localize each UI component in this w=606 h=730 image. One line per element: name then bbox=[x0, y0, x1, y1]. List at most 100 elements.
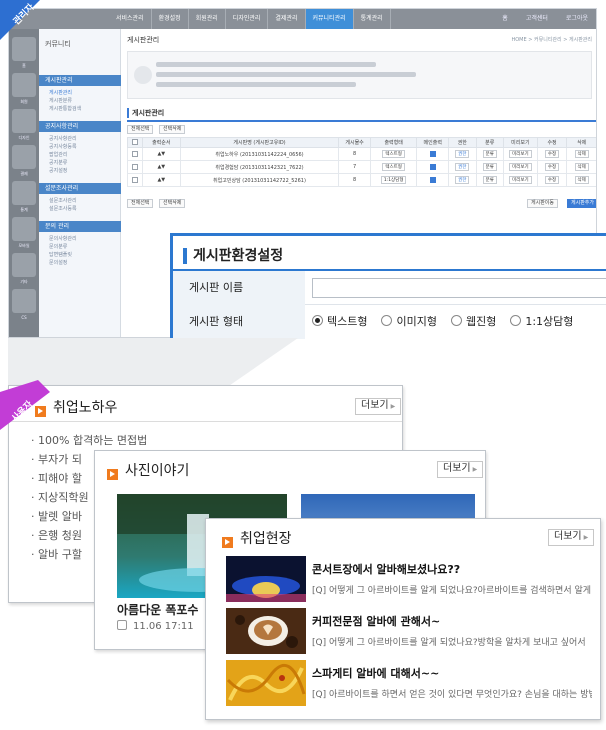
list-item[interactable]: · 발렛 알바 bbox=[31, 508, 82, 524]
radio-option-text[interactable]: 텍스트형 bbox=[312, 305, 367, 339]
coffee-thumbnail[interactable] bbox=[226, 608, 306, 654]
photo-caption[interactable]: 아름다운 폭포수 bbox=[117, 601, 198, 618]
menu-community[interactable]: 커뮤니티관리 bbox=[305, 9, 354, 29]
side-item[interactable]: 문의사항관리 bbox=[49, 235, 77, 242]
preview-button[interactable]: 미리보기 bbox=[509, 163, 532, 171]
display-type-select[interactable]: 1:1상담형 bbox=[380, 176, 407, 184]
list-item[interactable]: · 부자가 되 bbox=[31, 451, 82, 467]
select-all-button[interactable]: 전체선택 bbox=[127, 125, 154, 134]
add-board-button[interactable]: 게시판추가 bbox=[567, 199, 596, 208]
radio-button[interactable] bbox=[510, 315, 522, 326]
menu-config[interactable]: 환경설정 bbox=[152, 9, 189, 29]
side-section-survey[interactable]: 설문조사관리 bbox=[39, 183, 121, 194]
cs-icon[interactable] bbox=[12, 289, 36, 313]
side-item[interactable]: 답변템플릿 bbox=[49, 251, 72, 258]
etc-icon[interactable] bbox=[12, 253, 36, 277]
link-home[interactable]: 홈 bbox=[502, 9, 508, 29]
member-icon[interactable] bbox=[12, 73, 36, 97]
menu-design[interactable]: 디자인관리 bbox=[226, 9, 269, 29]
radio-button[interactable] bbox=[450, 315, 462, 326]
settings-row-name: 게시판 이름 bbox=[173, 271, 606, 305]
permission-button[interactable]: 권한 bbox=[455, 176, 470, 184]
order-arrows[interactable]: ▲▼ bbox=[141, 173, 181, 187]
radio-button[interactable] bbox=[381, 315, 393, 326]
stats-icon[interactable] bbox=[12, 181, 36, 205]
category-button[interactable]: 분류 bbox=[482, 150, 497, 158]
board-type-radios: 텍스트형 이미지형 웹진형 1:1상담형 bbox=[312, 305, 573, 339]
main-output-checkbox[interactable] bbox=[429, 176, 436, 183]
preview-button[interactable]: 미리보기 bbox=[509, 150, 532, 158]
category-button[interactable]: 분류 bbox=[482, 163, 497, 171]
display-type-select[interactable]: 텍스트형 bbox=[382, 163, 405, 171]
concert-thumbnail[interactable] bbox=[226, 556, 306, 602]
field-more-button[interactable]: 더보기 ▶ bbox=[548, 529, 595, 546]
delete-selected-button-bottom[interactable]: 선택삭제 bbox=[159, 199, 186, 208]
row-checkbox[interactable] bbox=[131, 176, 138, 183]
edit-button[interactable]: 수정 bbox=[544, 150, 560, 158]
list-item[interactable]: · 지상직학원 bbox=[31, 489, 89, 505]
radio-option-consult[interactable]: 1:1상담형 bbox=[510, 305, 573, 339]
icon-label: 회원 bbox=[20, 99, 28, 104]
board-move-button[interactable]: 게시판이동 bbox=[527, 199, 559, 208]
photo-more-button[interactable]: 더보기 ▶ bbox=[437, 461, 484, 478]
mobile-icon[interactable] bbox=[12, 217, 36, 241]
side-section-inquiry[interactable]: 문의 관리 bbox=[39, 221, 121, 232]
select-all-button-bottom[interactable]: 전체선택 bbox=[127, 199, 154, 208]
knowhow-more-button[interactable]: 더보기 ▶ bbox=[355, 398, 402, 415]
radio-option-webzine[interactable]: 웹진형 bbox=[450, 305, 496, 339]
check-all-checkbox[interactable] bbox=[131, 139, 138, 146]
display-type-select[interactable]: 텍스트형 bbox=[382, 150, 405, 158]
row-checkbox[interactable] bbox=[131, 163, 138, 170]
row-checkbox[interactable] bbox=[131, 150, 138, 157]
main-output-checkbox[interactable] bbox=[429, 163, 436, 170]
side-item[interactable]: 공지설정 bbox=[49, 167, 67, 174]
delete-button[interactable]: 삭제 bbox=[574, 163, 589, 171]
menu-service[interactable]: 서비스관리 bbox=[109, 9, 152, 29]
link-support[interactable]: 고객센터 bbox=[526, 9, 548, 29]
table-row: ▲▼ 취업고민상담 (20131031142722_5261) 8 1:1상담형… bbox=[127, 173, 596, 187]
spaghetti-thumbnail[interactable] bbox=[226, 660, 306, 706]
news-title[interactable]: 콘서트장에서 알바해보셨나요?? bbox=[312, 561, 460, 577]
permission-button[interactable]: 권한 bbox=[455, 163, 470, 171]
side-item[interactable]: 문의분류 bbox=[49, 243, 67, 250]
side-item[interactable]: 공지사항관리 bbox=[49, 135, 77, 142]
side-item[interactable]: 공지사항등록 bbox=[49, 143, 77, 150]
radio-button[interactable] bbox=[312, 315, 323, 326]
design-icon[interactable] bbox=[12, 109, 36, 133]
menu-payment[interactable]: 결제관리 bbox=[268, 9, 306, 29]
side-item[interactable]: 게시판분류 bbox=[49, 97, 72, 104]
side-item[interactable]: 문의설정 bbox=[49, 259, 67, 266]
side-item[interactable]: 설문조사관리 bbox=[49, 197, 77, 204]
side-item[interactable]: 설문조사등록 bbox=[49, 205, 77, 212]
news-title[interactable]: 스파게티 알바에 대해서~~ bbox=[312, 665, 439, 681]
order-arrows[interactable]: ▲▼ bbox=[141, 160, 181, 174]
order-arrows[interactable]: ▲▼ bbox=[141, 147, 181, 161]
side-item[interactable]: 게시판통합검색 bbox=[49, 105, 81, 112]
payment-icon[interactable] bbox=[12, 145, 36, 169]
preview-button[interactable]: 미리보기 bbox=[509, 176, 532, 184]
list-item[interactable]: · 알바 구할 bbox=[31, 546, 82, 562]
list-item[interactable]: · 100% 합격하는 면접법 bbox=[31, 432, 147, 448]
list-item[interactable]: · 은행 청원 bbox=[31, 527, 82, 543]
permission-button[interactable]: 권한 bbox=[455, 150, 470, 158]
main-output-checkbox[interactable] bbox=[429, 150, 436, 157]
edit-button[interactable]: 수정 bbox=[544, 176, 560, 184]
delete-selected-button[interactable]: 선택삭제 bbox=[159, 125, 186, 134]
delete-button[interactable]: 삭제 bbox=[574, 150, 589, 158]
board-name-input[interactable] bbox=[312, 278, 606, 298]
side-section-board[interactable]: 게시판관리 bbox=[39, 75, 121, 86]
side-section-notice[interactable]: 공지사항관리 bbox=[39, 121, 121, 132]
news-title[interactable]: 커피전문점 알바에 관해서~ bbox=[312, 613, 440, 629]
radio-option-image[interactable]: 이미지형 bbox=[381, 305, 437, 339]
side-item[interactable]: 게시판관리 bbox=[49, 89, 72, 96]
side-item[interactable]: 공지분류 bbox=[49, 159, 67, 166]
edit-button[interactable]: 수정 bbox=[544, 163, 560, 171]
category-button[interactable]: 분류 bbox=[482, 176, 497, 184]
delete-button[interactable]: 삭제 bbox=[574, 176, 589, 184]
link-logout[interactable]: 로그아웃 bbox=[566, 9, 588, 29]
menu-stats[interactable]: 통계관리 bbox=[354, 9, 391, 29]
connector-shape bbox=[8, 338, 298, 390]
menu-member[interactable]: 회원관리 bbox=[189, 9, 226, 29]
list-item[interactable]: · 피해야 할 bbox=[31, 470, 82, 486]
side-item[interactable]: 팝업관리 bbox=[49, 151, 67, 158]
